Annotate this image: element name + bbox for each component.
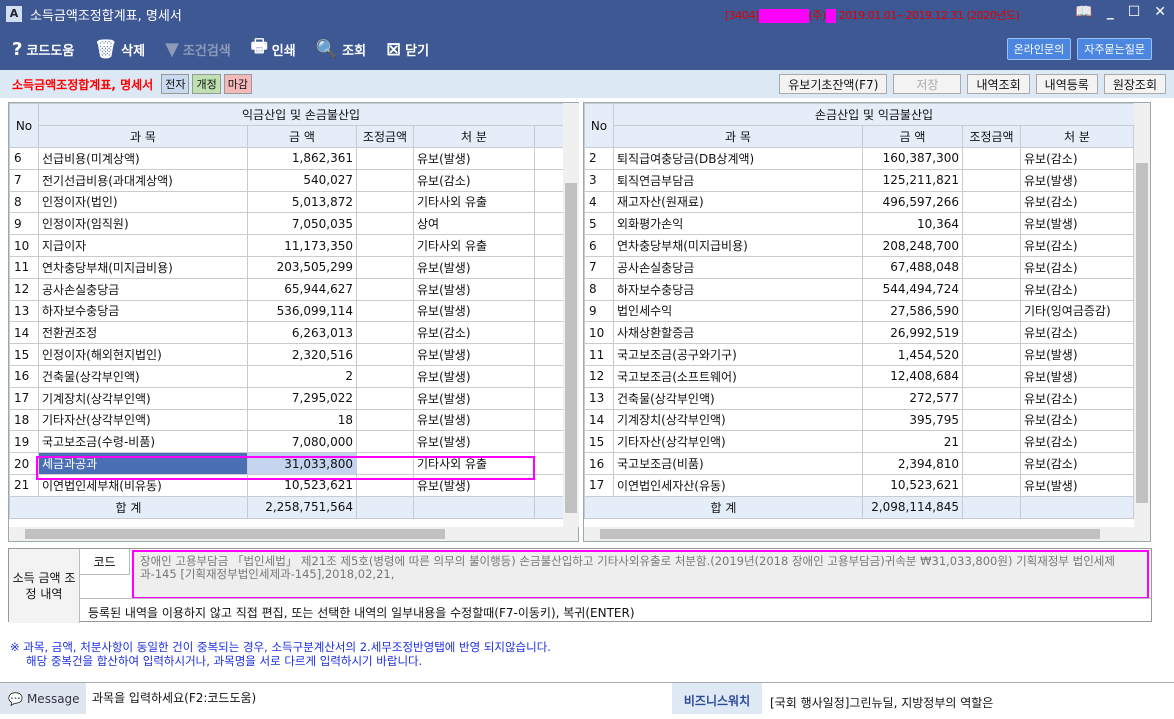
memo-text[interactable]: 장애인 고용부담금 「법인세법」 제21조 제5호(병령에 따른 의무의 불이행… — [132, 550, 1149, 599]
table-row[interactable]: 15 기타자산(상각부인액) 21 유보(감소) — [584, 430, 1136, 454]
business-watch-label: 비즈니스워치 — [672, 683, 762, 714]
news-ticker[interactable]: [국회 행사일정]그린뉴딜, 지방정부의 역할은 — [770, 694, 993, 711]
table-row[interactable]: 17 기계장치(상각부인액) 7,295,022 유보(발생) — [9, 386, 565, 410]
col-adjust: 조정금액 — [356, 125, 414, 148]
sub-header: 소득금액조정합계표, 명세서 전자 개정 마감 유보기초잔액(F7) 저장 내역… — [0, 70, 1174, 98]
status-bar: 💬 Message 과목을 입력하세요(F2:코드도움) 비즈니스워치 [국회 행… — [0, 682, 1174, 714]
table-row[interactable]: 4 재고자산(원재료) 496,597,266 유보(감소) — [584, 190, 1136, 214]
table-row[interactable]: 12 공사손실충당금 65,944,627 유보(발생) — [9, 277, 565, 301]
table-row[interactable]: 8 인정이자(법인) 5,013,872 기타사외 유출 — [9, 190, 565, 214]
table-row[interactable]: 7 전기선급비용(과대계상액) 540,027 유보(감소) — [9, 168, 565, 192]
minimize-button[interactable]: _ — [1107, 4, 1114, 20]
filter-button[interactable]: ▼ 조건검색 — [165, 39, 231, 60]
carryover-balance-button[interactable]: 유보기초잔액(F7) — [779, 74, 888, 94]
question-icon: ? — [12, 38, 23, 60]
table-row[interactable]: 10 사채상환할증금 26,992,519 유보(감소) — [584, 321, 1136, 345]
ledger-search-button[interactable]: 원장조회 — [1103, 74, 1166, 94]
printer-icon: 🖶 — [250, 36, 268, 57]
col-amount: 금 액 — [247, 125, 357, 148]
table-row[interactable]: 5 외화평가손익 10,364 유보(발생) — [584, 212, 1136, 236]
book-icon[interactable]: 📖 — [1075, 4, 1092, 20]
group-header: 손금산입 및 익금불산입 — [612, 103, 1136, 126]
table-row[interactable]: 11 국고보조금(공구와기구) 1,454,520 유보(발생) — [584, 343, 1136, 366]
table-row[interactable]: 16 국고보조금(비품) 2,394,810 유보(감소) — [584, 452, 1136, 475]
app-icon: A — [6, 6, 22, 22]
col-adjust: 조정금액 — [962, 125, 1021, 148]
online-inquiry-button[interactable]: 온라인문의 — [1006, 38, 1072, 60]
memo-label: 소득 금액 조정 내역 — [9, 549, 80, 623]
table-row[interactable]: 18 기타자산(상각부인액) 18 유보(발생) — [9, 408, 565, 432]
window-title: 소득금액조정합계표, 명세서 — [30, 8, 182, 24]
table-row[interactable]: 13 하자보수충당금 536,099,114 유보(발생) — [9, 299, 565, 323]
table-row[interactable]: 11 연차충당부채(미지급비용) 203,505,299 유보(발생) — [9, 255, 565, 279]
company-info: [3404] (주) 2019.01.01~2019.12.31 (2020년도) — [725, 9, 1020, 23]
table-row[interactable]: 21 이연법인세부채(비유동) 10,523,621 유보(발생) — [9, 473, 565, 497]
table-row[interactable]: 12 국고보조금(소프트웨어) 12,408,684 유보(발생) — [584, 364, 1136, 388]
right-horizontal-scrollbar[interactable] — [584, 527, 1150, 541]
group-header: 익금산입 및 손금불산입 — [37, 103, 565, 126]
table-row[interactable]: 9 법인세수익 27,586,590 기타(잉여금증감) — [584, 299, 1136, 323]
memo-code-label: 코드 — [80, 549, 130, 575]
right-grid: No 손금산입 및 익금불산입 과 목금 액 조정금액 처 분 2 퇴직급여충당금(DB… — [583, 102, 1151, 542]
table-row[interactable]: 14 전환권조정 6,263,013 유보(감소) — [9, 321, 565, 345]
table-row[interactable]: 6 선급비용(미계상액) 1,862,361 유보(발생) — [9, 147, 565, 170]
table-row[interactable]: 8 하자보수충당금 544,494,724 유보(감소) — [584, 277, 1136, 301]
tag-electronic[interactable]: 전자 — [161, 74, 190, 94]
filter-icon: ▼ — [165, 38, 179, 60]
table-row[interactable]: 20 세금과공과 31,033,800 기타사외 유출 — [9, 452, 565, 475]
notice: ※ 과목, 금액, 처분사항이 동일한 건이 중복되는 경우, 소득구분계산서의… — [10, 640, 551, 668]
table-row[interactable]: 7 공사손실충당금 67,488,048 유보(감소) — [584, 255, 1136, 279]
col-subject: 과 목 — [38, 125, 248, 148]
close-window-button[interactable]: ✕ — [1154, 4, 1166, 20]
table-row[interactable]: 9 인정이자(임직원) 7,050,035 상여 — [9, 212, 565, 236]
table-row[interactable]: 10 지급이자 11,173,350 기타사외 유출 — [9, 234, 565, 257]
col-amount: 금 액 — [862, 125, 963, 148]
adjustment-memo: 소득 금액 조정 내역 코드 장애인 고용부담금 「법인세법」 제21조 제5호… — [8, 548, 1152, 623]
table-row[interactable]: 19 국고보조금(수령-비품) 7,080,000 유보(발생) — [9, 430, 565, 454]
chat-icon: 💬 — [8, 691, 23, 706]
tag-closed[interactable]: 마감 — [223, 74, 252, 94]
left-vertical-scrollbar[interactable] — [563, 103, 579, 527]
close-box-icon: ⊠ — [386, 38, 402, 60]
search-icon: 🔍 — [315, 38, 339, 60]
total-row: 합 계 2,258,751,564 — [9, 495, 565, 519]
screen-title: 소득금액조정합계표, 명세서 — [12, 77, 154, 92]
col-subject: 과 목 — [613, 125, 863, 148]
table-row[interactable]: 3 퇴직연금부담금 125,211,821 유보(발생) — [584, 168, 1136, 192]
total-row: 합 계 2,098,114,845 — [584, 495, 1136, 519]
faq-button[interactable]: 자주묻는질문 — [1077, 38, 1152, 60]
table-row[interactable]: 14 기계장치(상각부인액) 395,795 유보(감소) — [584, 408, 1136, 432]
title-bar: A 소득금액조정합계표, 명세서 [3404] (주) 2019.01.01~20… — [0, 0, 1174, 28]
right-vertical-scrollbar[interactable] — [1134, 103, 1150, 527]
table-row[interactable]: 2 퇴직급여충당금(DB상계액) 160,387,300 유보(감소) — [584, 147, 1136, 170]
col-no: No — [584, 103, 614, 148]
table-row[interactable]: 6 연차충당부채(미지급비용) 208,248,700 유보(감소) — [584, 234, 1136, 257]
left-horizontal-scrollbar[interactable] — [9, 527, 578, 541]
tag-revised[interactable]: 개정 — [192, 74, 221, 94]
col-disposition: 처 분 — [1020, 125, 1134, 148]
toolbar: ? 코드도움 🗑 삭제 ▼ 조건검색 🖶 인쇄 🔍 조회 ⊠ 닫기 — [0, 28, 1174, 70]
delete-button[interactable]: 🗑 삭제 — [94, 39, 145, 60]
search-button[interactable]: 🔍 조회 — [316, 39, 366, 60]
history-search-button[interactable]: 내역조회 — [967, 74, 1030, 94]
left-grid: No 익금산입 및 손금불산입 과 목금 액 조정금액 처 분 6 선급비용(미계상액)… — [8, 102, 579, 542]
status-message: 과목을 입력하세요(F2:코드도움) — [92, 691, 257, 705]
table-row[interactable]: 16 건축물(상각부인액) 2 유보(발생) — [9, 364, 565, 388]
table-row[interactable]: 13 건축물(상각부인액) 272,577 유보(감소) — [584, 386, 1136, 410]
message-button[interactable]: 💬 Message — [0, 683, 86, 714]
maximize-button[interactable]: ☐ — [1128, 4, 1141, 20]
close-button[interactable]: ⊠ 닫기 — [386, 39, 429, 60]
table-row[interactable]: 17 이연법인세자산(유동) 10,523,621 유보(발생) — [584, 473, 1136, 497]
history-register-button[interactable]: 내역등록 — [1035, 74, 1098, 94]
save-button[interactable]: 저장 — [893, 74, 962, 94]
memo-hint: 등록된 내역을 이용하지 않고 직접 편집, 또는 선택한 내역의 일부내용을 … — [80, 598, 1151, 623]
col-disposition: 처 분 — [413, 125, 535, 148]
table-row[interactable]: 15 인정이자(해외현지법인) 2,320,516 유보(발생) — [9, 343, 565, 366]
col-no: No — [9, 103, 39, 148]
trash-icon: 🗑 — [94, 38, 118, 60]
code-help-button[interactable]: ? 코드도움 — [12, 39, 74, 60]
print-button[interactable]: 🖶 인쇄 — [251, 34, 296, 64]
